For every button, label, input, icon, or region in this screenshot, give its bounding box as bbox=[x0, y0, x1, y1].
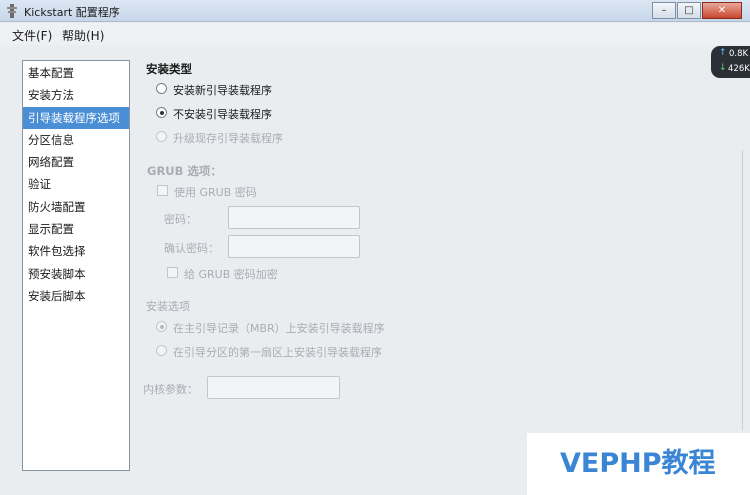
sidebar-panel: 基本配置 安装方法 引导装载程序选项 分区信息 网络配置 验证 防火墙配置 显示… bbox=[22, 60, 130, 471]
upload-speed: 0.8K bbox=[729, 49, 749, 59]
app-icon bbox=[7, 4, 17, 18]
install-type-heading: 安装类型 bbox=[146, 62, 192, 76]
kernel-params-label: 内核参数： bbox=[143, 383, 198, 396]
radio-install-boot-partition-label: 在引导分区的第一扇区上安装引导装载程序 bbox=[173, 346, 382, 359]
window-title: Kickstart 配置程序 bbox=[24, 6, 120, 19]
sidebar-item-firewall[interactable]: 防火墙配置 bbox=[23, 196, 129, 218]
use-grub-password-checkbox bbox=[157, 185, 168, 196]
use-grub-password-label: 使用 GRUB 密码 bbox=[174, 186, 257, 199]
sidebar-item-pre-script[interactable]: 预安装脚本 bbox=[23, 263, 129, 285]
sidebar-item-display[interactable]: 显示配置 bbox=[23, 218, 129, 240]
install-options-heading: 安装选项 bbox=[146, 300, 190, 313]
radio-upgrade bbox=[156, 131, 167, 142]
sidebar-item-bootloader[interactable]: 引导装载程序选项 bbox=[23, 106, 129, 129]
confirm-password-label: 确认密码： bbox=[164, 242, 219, 255]
sidebar-item-network[interactable]: 网络配置 bbox=[23, 151, 129, 173]
radio-no-install-label[interactable]: 不安装引导装载程序 bbox=[173, 106, 272, 122]
radio-no-install[interactable] bbox=[156, 107, 167, 118]
sidebar-item-packages[interactable]: 软件包选择 bbox=[23, 240, 129, 262]
maximize-icon: □ bbox=[684, 5, 694, 16]
menu-help[interactable]: 帮助(H) bbox=[62, 27, 104, 44]
download-speed: 426K bbox=[728, 64, 750, 74]
radio-upgrade-label: 升级现存引导装载程序 bbox=[173, 132, 283, 145]
maximize-button[interactable]: □ bbox=[677, 2, 701, 19]
close-button[interactable]: ✕ bbox=[702, 2, 742, 19]
radio-selected-dot bbox=[159, 324, 164, 329]
radio-install-mbr-label: 在主引导记录（MBR）上安装引导装载程序 bbox=[173, 322, 385, 335]
encrypt-grub-password-checkbox bbox=[167, 267, 178, 278]
network-speed-widget: ↑ 0.8K ↓ 426K bbox=[711, 46, 750, 78]
minimize-button[interactable]: – bbox=[652, 2, 676, 19]
sidebar-item-partition[interactable]: 分区信息 bbox=[23, 129, 129, 151]
menu-file[interactable]: 文件(F) bbox=[12, 27, 52, 44]
window-divider bbox=[742, 150, 743, 430]
sidebar-item-post-script[interactable]: 安装后脚本 bbox=[23, 285, 129, 307]
radio-install-new-label[interactable]: 安装新引导装载程序 bbox=[173, 82, 272, 98]
radio-install-mbr bbox=[156, 321, 167, 332]
minimize-icon: – bbox=[661, 5, 667, 16]
watermark: VEPHP教程 bbox=[527, 433, 750, 495]
password-label: 密码： bbox=[164, 213, 197, 226]
radio-install-new[interactable] bbox=[156, 83, 167, 94]
radio-selected-dot bbox=[159, 110, 164, 115]
title-bar: Kickstart 配置程序 – □ ✕ bbox=[0, 0, 750, 22]
download-arrow-icon: ↓ bbox=[719, 63, 727, 73]
kernel-params-field bbox=[207, 376, 340, 399]
close-icon: ✕ bbox=[717, 5, 727, 16]
encrypt-grub-password-label: 给 GRUB 密码加密 bbox=[184, 268, 278, 281]
radio-install-boot-partition bbox=[156, 345, 167, 356]
password-field bbox=[228, 206, 360, 229]
upload-arrow-icon: ↑ bbox=[719, 48, 727, 58]
grub-heading: GRUB 选项： bbox=[147, 164, 222, 178]
confirm-password-field bbox=[228, 235, 360, 258]
sidebar-item-basic[interactable]: 基本配置 bbox=[23, 62, 129, 84]
window-controls: – □ ✕ bbox=[652, 2, 742, 20]
sidebar-item-auth[interactable]: 验证 bbox=[23, 173, 129, 195]
menu-bar: 文件(F) 帮助(H) bbox=[0, 23, 750, 45]
sidebar-item-install-method[interactable]: 安装方法 bbox=[23, 84, 129, 106]
